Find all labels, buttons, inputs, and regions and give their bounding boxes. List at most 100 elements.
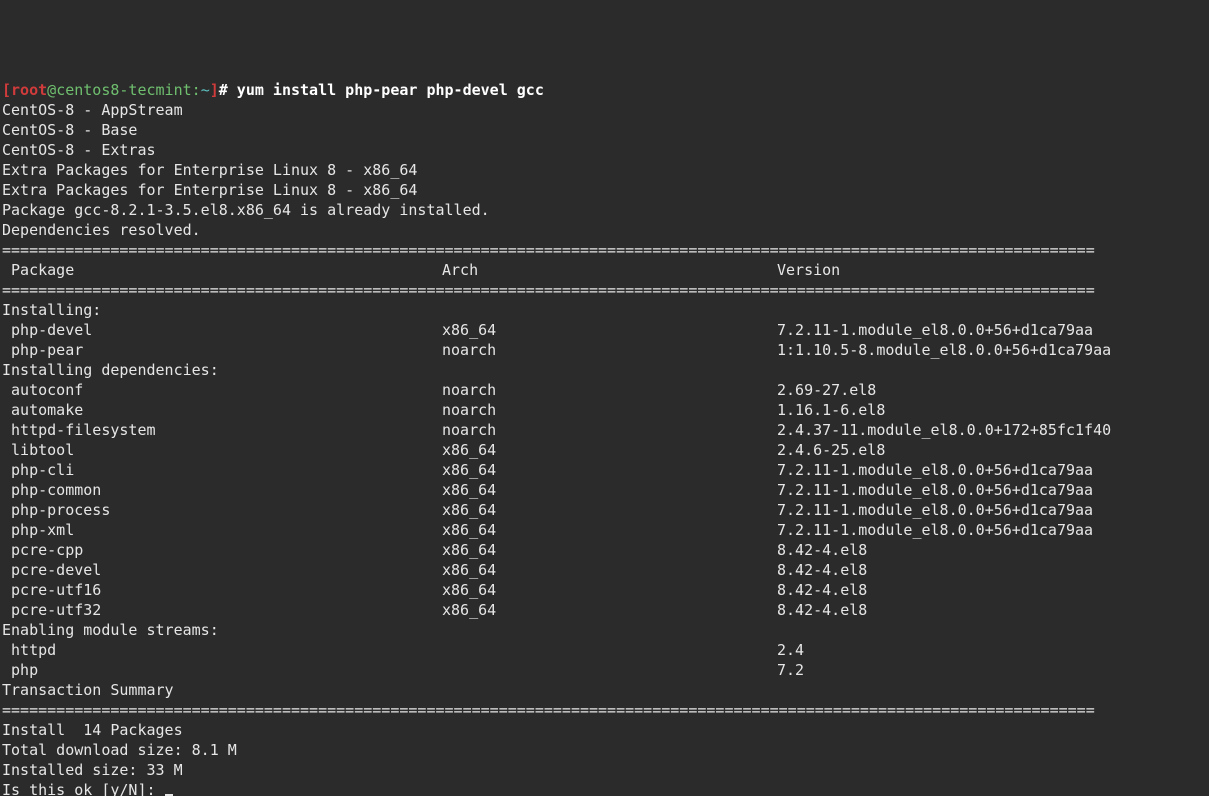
package-version: 2.69-27.el8	[777, 381, 876, 399]
installed-size: Installed size: 33 M	[2, 761, 183, 779]
repo-line: Extra Packages for Enterprise Linux 8 - …	[2, 160, 1209, 180]
package-row: pcre-utf16x86_648.42-4.el8	[2, 580, 1209, 600]
terminal-line: Total download size: 8.1 M	[2, 740, 1209, 760]
terminal-line: Dependencies resolved.	[2, 220, 1209, 240]
package-name: httpd-filesystem	[2, 420, 442, 440]
package-arch: x86_64	[442, 480, 777, 500]
package-version: 7.2.11-1.module_el8.0.0+56+d1ca79aa	[777, 321, 1093, 339]
summary-title: Transaction Summary	[2, 680, 1209, 700]
package-version: 2.4	[777, 641, 804, 659]
status-text: Dependencies resolved.	[2, 221, 201, 239]
package-version: 7.2.11-1.module_el8.0.0+56+d1ca79aa	[777, 521, 1093, 539]
package-name: httpd	[2, 640, 442, 660]
terminal-line: ========================================…	[2, 240, 1209, 260]
package-row: httpd 2.4	[2, 640, 1209, 660]
package-version: 8.42-4.el8	[777, 601, 867, 619]
package-version: 2.4.37-11.module_el8.0.0+172+85fc1f40	[777, 421, 1111, 439]
command-input[interactable]: yum install php-pear php-devel gcc	[228, 81, 544, 99]
divider: ========================================…	[2, 701, 1095, 719]
package-row: php-develx86_647.2.11-1.module_el8.0.0+5…	[2, 320, 1209, 340]
package-name: php-xml	[2, 520, 442, 540]
package-name: php-process	[2, 500, 442, 520]
terminal-line: ========================================…	[2, 280, 1209, 300]
package-version: 8.42-4.el8	[777, 581, 867, 599]
package-row: php-clix86_647.2.11-1.module_el8.0.0+56+…	[2, 460, 1209, 480]
repo-line: Extra Packages for Enterprise Linux 8 - …	[2, 180, 1209, 200]
repo-line: CentOS-8 - AppStream	[2, 100, 1209, 120]
hash-icon: #	[219, 81, 228, 99]
package-arch: noarch	[442, 340, 777, 360]
confirm-text: Is this ok [y/N]:	[2, 781, 165, 796]
package-name: pcre-devel	[2, 560, 442, 580]
package-name: php-pear	[2, 340, 442, 360]
package-row: php-commonx86_647.2.11-1.module_el8.0.0+…	[2, 480, 1209, 500]
package-arch: x86_64	[442, 320, 777, 340]
package-arch: noarch	[442, 420, 777, 440]
package-name: automake	[2, 400, 442, 420]
package-arch: x86_64	[442, 520, 777, 540]
divider: ========================================…	[2, 281, 1095, 299]
repo-name: Extra Packages for Enterprise Linux 8 - …	[2, 161, 417, 179]
repo-line: CentOS-8 - Base	[2, 120, 1209, 140]
section-header: Enabling module streams:	[2, 620, 1209, 640]
col-header-version: Version	[777, 261, 840, 279]
summary-title: Transaction Summary	[2, 681, 174, 699]
package-name: pcre-cpp	[2, 540, 442, 560]
package-version: 7.2.11-1.module_el8.0.0+56+d1ca79aa	[777, 481, 1093, 499]
package-version: 7.2.11-1.module_el8.0.0+56+d1ca79aa	[777, 501, 1093, 519]
package-row: autoconfnoarch2.69-27.el8	[2, 380, 1209, 400]
package-row: php-processx86_647.2.11-1.module_el8.0.0…	[2, 500, 1209, 520]
package-name: pcre-utf32	[2, 600, 442, 620]
package-row: pcre-cppx86_648.42-4.el8	[2, 540, 1209, 560]
repo-line: CentOS-8 - Extras	[2, 140, 1209, 160]
terminal-line: Package gcc-8.2.1-3.5.el8.x86_64 is alre…	[2, 200, 1209, 220]
package-row: php-pearnoarch1:1.10.5-8.module_el8.0.0+…	[2, 340, 1209, 360]
at-sign: @	[47, 81, 56, 99]
colon: :	[192, 81, 201, 99]
section-deps: Installing dependencies:	[2, 361, 219, 379]
package-name: php	[2, 660, 442, 680]
package-arch: x86_64	[442, 460, 777, 480]
package-version: 8.42-4.el8	[777, 541, 867, 559]
package-row: httpd-filesystemnoarch2.4.37-11.module_e…	[2, 420, 1209, 440]
package-row: pcre-utf32x86_648.42-4.el8	[2, 600, 1209, 620]
bracket-open: [	[2, 81, 11, 99]
package-version: 2.4.6-25.el8	[777, 441, 885, 459]
package-arch: noarch	[442, 380, 777, 400]
package-version: 8.42-4.el8	[777, 561, 867, 579]
package-name: pcre-utf16	[2, 580, 442, 600]
section-header: Installing:	[2, 300, 1209, 320]
package-row: pcre-develx86_648.42-4.el8	[2, 560, 1209, 580]
package-arch: x86_64	[442, 580, 777, 600]
package-arch: x86_64	[442, 600, 777, 620]
terminal-line: ========================================…	[2, 700, 1209, 720]
package-row: automakenoarch1.16.1-6.el8	[2, 400, 1209, 420]
column-headers: PackageArchVersion	[2, 260, 1209, 280]
section-streams: Enabling module streams:	[2, 621, 219, 639]
summary-line: Install 14 Packages	[2, 721, 183, 739]
package-version: 7.2.11-1.module_el8.0.0+56+d1ca79aa	[777, 461, 1093, 479]
terminal-line: Installed size: 33 M	[2, 760, 1209, 780]
package-arch: x86_64	[442, 560, 777, 580]
package-version: 1.16.1-6.el8	[777, 401, 885, 419]
repo-name: CentOS-8 - Extras	[2, 141, 156, 159]
package-name: libtool	[2, 440, 442, 460]
package-arch: noarch	[442, 400, 777, 420]
package-name: php-devel	[2, 320, 442, 340]
package-name: php-common	[2, 480, 442, 500]
repo-name: Extra Packages for Enterprise Linux 8 - …	[2, 181, 417, 199]
col-header-package: Package	[2, 260, 442, 280]
prompt-path: ~	[201, 81, 210, 99]
package-row: php-xmlx86_647.2.11-1.module_el8.0.0+56+…	[2, 520, 1209, 540]
package-row: libtoolx86_642.4.6-25.el8	[2, 440, 1209, 460]
package-row: php 7.2	[2, 660, 1209, 680]
confirm-prompt: Is this ok [y/N]:	[2, 780, 1209, 796]
status-text: Package gcc-8.2.1-3.5.el8.x86_64 is alre…	[2, 201, 490, 219]
package-arch: x86_64	[442, 540, 777, 560]
bracket-close: ]	[210, 81, 219, 99]
package-version: 7.2	[777, 661, 804, 679]
package-name: autoconf	[2, 380, 442, 400]
prompt-user: root	[11, 81, 47, 99]
total-download: Total download size: 8.1 M	[2, 741, 237, 759]
repo-name: CentOS-8 - Base	[2, 121, 137, 139]
